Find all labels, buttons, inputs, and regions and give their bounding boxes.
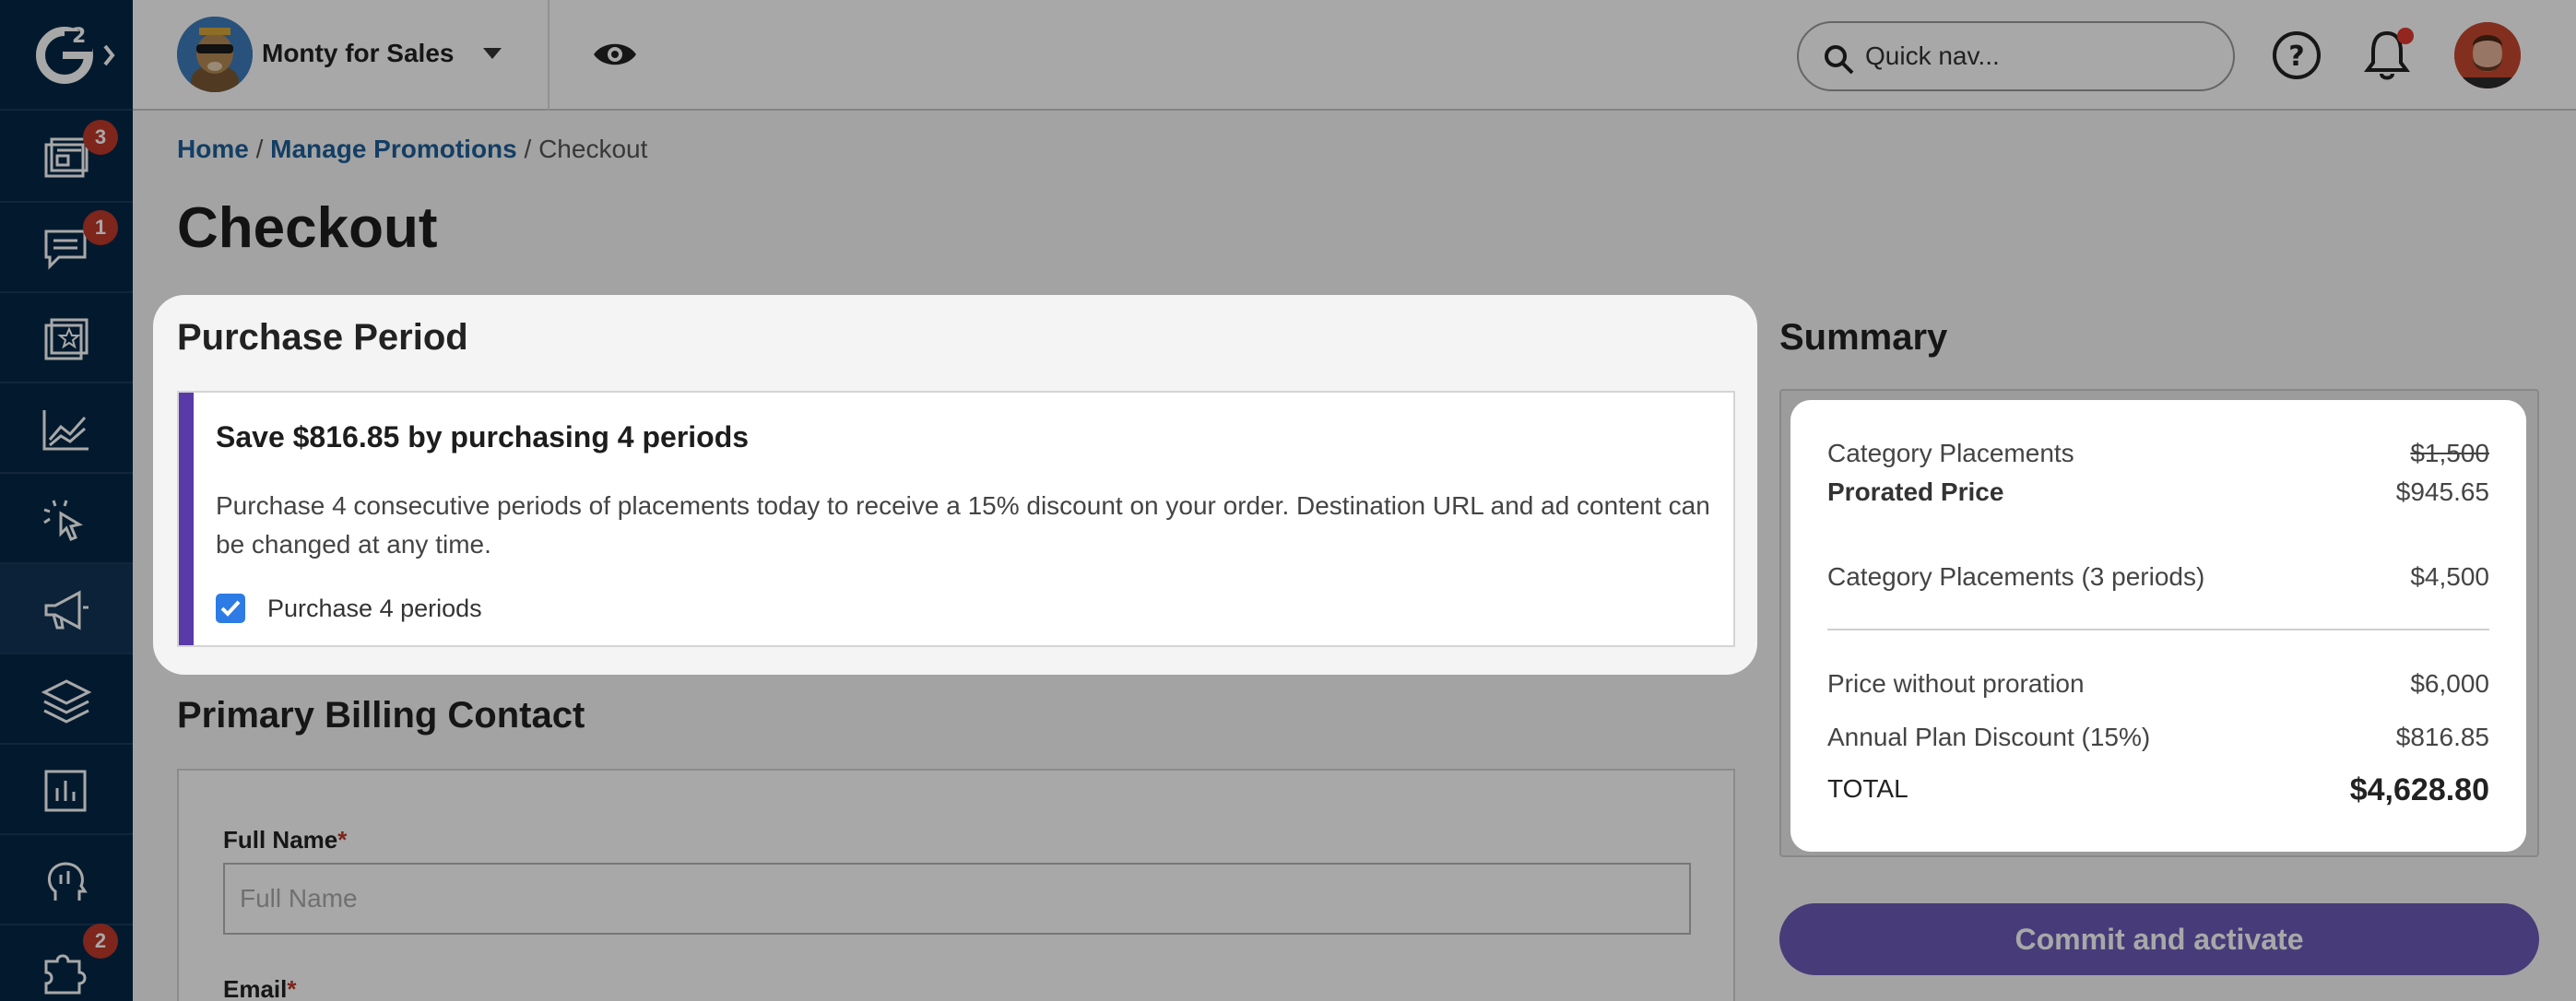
email-label: Email*	[223, 975, 297, 1001]
summary-divider	[1827, 629, 2489, 630]
cursor-click-icon	[43, 500, 83, 541]
svg-text:?: ?	[2288, 41, 2304, 73]
summary-value: $1,500	[2410, 439, 2489, 467]
notification-dot	[2397, 28, 2414, 44]
help-icon[interactable]: ?	[2272, 30, 2322, 80]
reviews-icon	[44, 318, 89, 360]
summary-label: Category Placements	[1827, 439, 2074, 467]
sidebar: 2 3 1 2	[0, 0, 133, 1001]
top-bar: Monty for Sales ?	[133, 0, 2576, 111]
summary-label: Category Placements (3 periods)	[1827, 562, 2205, 591]
summary-total-row: TOTAL $4,628.80	[1827, 772, 2489, 807]
summary-row: Annual Plan Discount (15%) $816.85	[1827, 723, 2489, 752]
summary-card-highlight: Category Placements $1,500 Prorated Pric…	[1790, 400, 2526, 852]
summary-row: Category Placements $1,500	[1827, 439, 2489, 468]
search-input[interactable]	[1865, 40, 2216, 73]
layers-icon	[41, 679, 92, 724]
breadcrumb: Home / Manage Promotions / Checkout	[177, 135, 647, 164]
commit-and-activate-button[interactable]: Commit and activate	[1779, 903, 2539, 975]
sidebar-item-analytics[interactable]	[0, 383, 133, 474]
notification-badge: 1	[83, 210, 118, 245]
full-name-field[interactable]	[223, 863, 1691, 935]
page-title: Checkout	[177, 196, 438, 260]
purchase-period-card: Purchase Period Save $816.85 by purchasi…	[153, 295, 1757, 675]
promo-offer-box: Save $816.85 by purchasing 4 periods Pur…	[177, 391, 1735, 647]
line-chart-icon	[42, 410, 89, 451]
company-name[interactable]: Monty for Sales	[262, 39, 454, 68]
chevron-down-icon[interactable]	[483, 48, 502, 59]
summary-row: Category Placements (3 periods) $4,500	[1827, 562, 2489, 592]
puzzle-icon	[44, 954, 87, 995]
summary-label: Prorated Price	[1827, 477, 2004, 506]
sidebar-item-buyer-intent[interactable]	[0, 474, 133, 564]
sidebar-item-ai-insights[interactable]	[0, 835, 133, 925]
head-icon	[47, 862, 88, 901]
sidebar-item-promotions[interactable]	[0, 564, 133, 654]
bar-frame-icon	[44, 770, 87, 812]
breadcrumb-separator: /	[255, 135, 264, 163]
megaphone-icon	[44, 590, 89, 630]
summary-value: $6,000	[2410, 669, 2489, 698]
summary-title: Summary	[1779, 317, 1948, 358]
purchase-period-title: Purchase Period	[177, 317, 468, 358]
user-avatar[interactable]	[2454, 22, 2521, 88]
summary-label: Price without proration	[1827, 669, 2085, 698]
g2-logo[interactable]: 2	[0, 0, 133, 111]
summary-value: $816.85	[2395, 723, 2489, 751]
checkmark-icon	[220, 600, 241, 617]
summary-label: Annual Plan Discount (15%)	[1827, 723, 2151, 751]
promo-description: Purchase 4 consecutive periods of placem…	[216, 491, 1710, 559]
user-photo-icon	[2454, 22, 2521, 88]
summary-total-value: $4,628.80	[2349, 772, 2489, 807]
sidebar-item-reviews[interactable]	[0, 293, 133, 383]
notification-badge: 3	[83, 120, 118, 155]
promo-title: Save $816.85 by purchasing 4 periods	[216, 420, 750, 453]
purchase-4-periods-checkbox[interactable]	[216, 594, 245, 623]
breadcrumb-current: Checkout	[538, 135, 648, 163]
breadcrumb-manage-promotions[interactable]: Manage Promotions	[270, 135, 517, 163]
summary-value: $945.65	[2395, 477, 2489, 506]
billing-form: Full Name* Email*	[177, 769, 1735, 1001]
monty-mascot-icon	[177, 17, 253, 92]
eye-icon[interactable]	[592, 39, 638, 70]
sidebar-item-market-insights[interactable]	[0, 745, 133, 835]
search-icon	[1825, 45, 1854, 75]
svg-text:2: 2	[72, 25, 86, 48]
company-avatar[interactable]	[177, 17, 253, 92]
purchase-4-periods-label[interactable]: Purchase 4 periods	[267, 595, 482, 623]
summary-value: $4,500	[2410, 562, 2489, 591]
breadcrumb-home[interactable]: Home	[177, 135, 249, 163]
summary-row: Prorated Price $945.65	[1827, 477, 2489, 507]
g2-logo-icon: 2	[36, 25, 115, 84]
breadcrumb-separator: /	[524, 135, 532, 163]
summary-row: Price without proration $6,000	[1827, 669, 2489, 699]
notification-badge: 2	[83, 924, 118, 959]
billing-section-title: Primary Billing Contact	[177, 695, 585, 736]
summary-total-label: TOTAL	[1827, 774, 1908, 803]
sidebar-item-extensions[interactable]: 2	[0, 924, 133, 1001]
sidebar-item-integrations[interactable]	[0, 654, 133, 745]
quick-nav-search[interactable]	[1797, 21, 2235, 91]
promo-accent-bar	[179, 393, 194, 645]
sidebar-item-messages[interactable]: 1	[0, 203, 133, 293]
divider	[548, 0, 549, 111]
full-name-label: Full Name*	[223, 826, 348, 854]
sidebar-item-reports[interactable]: 3	[0, 112, 133, 203]
